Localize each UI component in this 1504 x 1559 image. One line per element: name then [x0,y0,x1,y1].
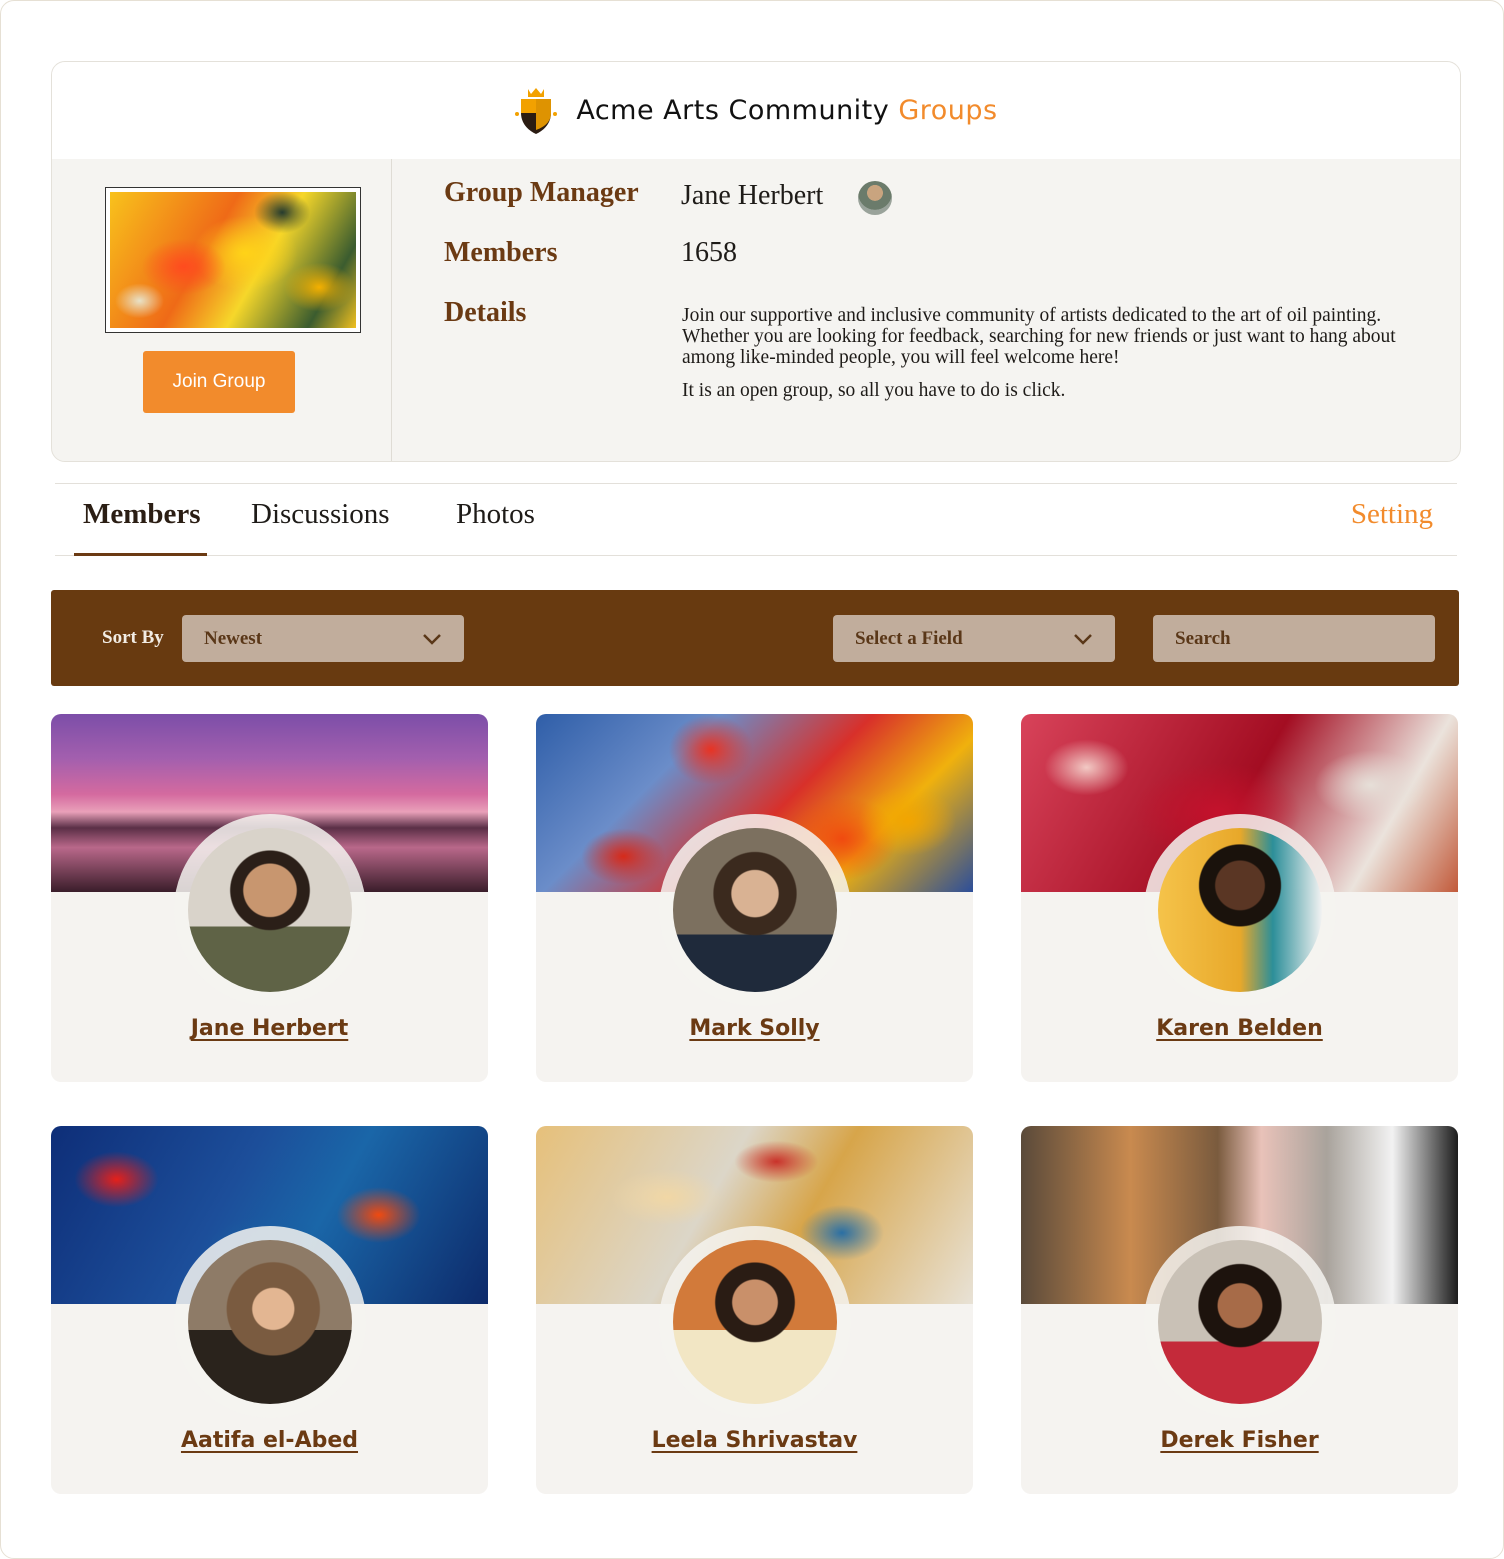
avatar[interactable] [1157,1240,1322,1404]
tab-discussions[interactable]: Discussions [251,498,390,531]
brand-title-main: Acme Arts Community [576,95,890,126]
avatar[interactable] [672,1240,837,1404]
avatar[interactable] [1157,828,1322,992]
brand-bar: Acme Arts Community Groups [52,62,1460,159]
sort-select-value: Newest [204,627,263,649]
member-name-link[interactable]: Derek Fisher [1021,1428,1458,1453]
members-label: Members [444,237,558,268]
member-card[interactable]: Leela Shrivastav [536,1126,973,1494]
manager-avatar[interactable] [858,181,892,215]
filter-bar: Sort By Newest Select a Field [51,590,1459,686]
join-group-button[interactable]: Join Group [143,351,295,413]
member-name-link[interactable]: Mark Solly [536,1016,973,1041]
brand-title-accent: Groups [898,95,998,126]
member-card[interactable]: Mark Solly [536,714,973,1082]
field-select-value: Select a Field [855,627,963,649]
member-card[interactable]: Jane Herbert [51,714,488,1082]
tab-bar: Members Discussions Photos Setting [55,483,1457,556]
chevron-down-icon [1074,633,1092,645]
member-name-link[interactable]: Leela Shrivastav [536,1428,973,1453]
sort-select[interactable]: Newest [182,615,464,662]
field-select[interactable]: Select a Field [833,615,1115,662]
tab-setting[interactable]: Setting [1351,498,1433,531]
manager-name[interactable]: Jane Herbert [681,180,823,212]
active-tab-indicator [74,553,207,556]
member-card[interactable]: Aatifa el-Abed [51,1126,488,1494]
member-name-link[interactable]: Jane Herbert [51,1016,488,1041]
member-name-link[interactable]: Karen Belden [1021,1016,1458,1041]
tab-members[interactable]: Members [83,498,201,531]
avatar[interactable] [672,828,837,992]
member-name-link[interactable]: Aatifa el-Abed [51,1428,488,1453]
search-input[interactable] [1153,615,1435,662]
group-cover-image [105,187,361,333]
sort-by-label: Sort By [102,627,164,648]
shield-crown-icon [515,87,558,134]
details-paragraph: Join our supportive and inclusive commun… [682,305,1396,368]
avatar[interactable] [187,828,352,992]
brand-title: Acme Arts Community Groups [576,95,997,126]
group-header-card: Acme Arts Community Groups Join Group Gr… [51,61,1461,462]
manager-label: Group Manager [444,177,639,208]
avatar[interactable] [187,1240,352,1404]
tab-photos[interactable]: Photos [456,498,535,531]
member-card[interactable]: Karen Belden [1021,714,1458,1082]
details-paragraph: It is an open group, so all you have to … [682,380,1066,401]
group-details: Join our supportive and inclusive commun… [682,305,1432,401]
page-frame: Acme Arts Community Groups Join Group Gr… [0,0,1504,1559]
chevron-down-icon [423,633,441,645]
member-card[interactable]: Derek Fisher [1021,1126,1458,1494]
group-cover-column: Join Group [52,159,392,461]
details-label: Details [444,297,527,328]
members-count: 1658 [681,237,737,268]
